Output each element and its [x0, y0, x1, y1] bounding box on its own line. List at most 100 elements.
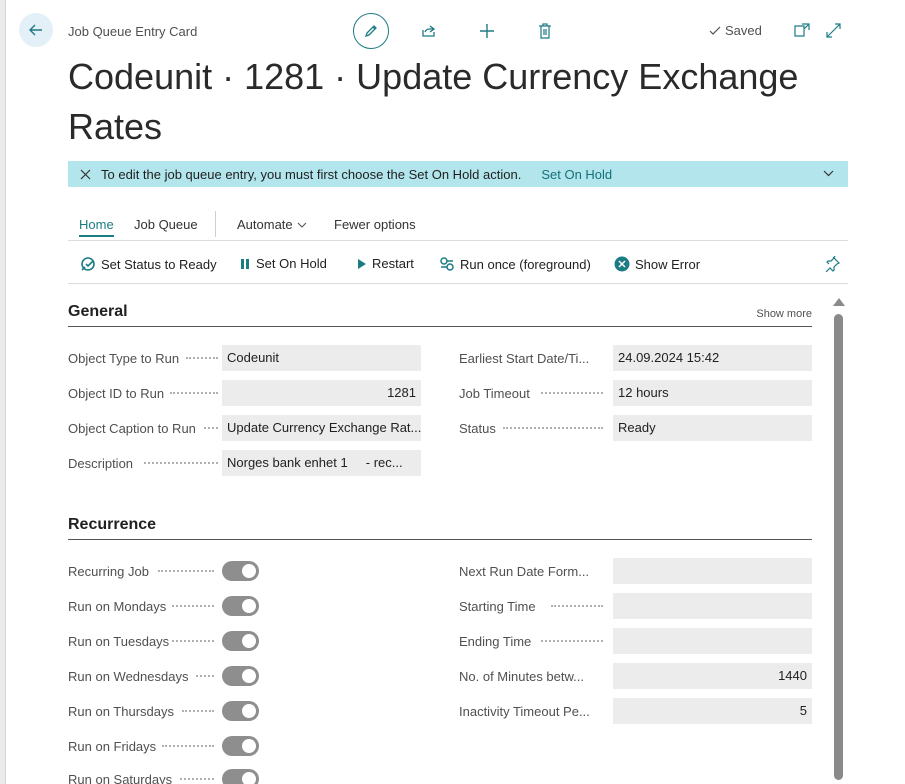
- tab-automate[interactable]: Automate: [237, 217, 307, 232]
- back-button[interactable]: [19, 13, 53, 47]
- tab-job-queue[interactable]: Job Queue: [134, 217, 198, 232]
- share-button[interactable]: [418, 20, 440, 42]
- restart-button[interactable]: Restart: [357, 256, 414, 271]
- run-on-fridays-toggle[interactable]: [222, 736, 259, 756]
- pin-action-bar-button[interactable]: [824, 256, 840, 272]
- saved-indicator: Saved: [709, 23, 762, 38]
- run-on-fridays-field: Run on Fridays: [68, 733, 268, 759]
- chevron-down-icon: [823, 170, 834, 177]
- close-icon: [80, 169, 91, 179]
- recurrence-section-header[interactable]: Recurrence: [68, 516, 812, 540]
- job-timeout-field: Job Timeout 12 hours: [459, 380, 812, 406]
- ending-time-value[interactable]: [613, 628, 812, 654]
- label-dots: [170, 392, 218, 394]
- run-on-mondays-field: Run on Mondays: [68, 593, 268, 619]
- set-status-ready-button[interactable]: Set Status to Ready: [80, 256, 217, 272]
- job-timeout-value[interactable]: 12 hours: [613, 380, 812, 406]
- status-value[interactable]: Ready: [613, 415, 812, 441]
- restart-label: Restart: [372, 256, 414, 271]
- expand-icon: [825, 22, 841, 38]
- label-dots: [172, 605, 214, 607]
- inactivity-timeout-field: Inactivity Timeout Pe... 5: [459, 698, 812, 724]
- scroll-up-arrow[interactable]: [832, 294, 846, 312]
- label-dots: [551, 605, 603, 607]
- banner-expand-button[interactable]: [823, 168, 834, 179]
- saved-label: Saved: [725, 23, 762, 38]
- object-caption-field: Object Caption to Run Update Currency Ex…: [68, 415, 421, 441]
- action-bar: Set Status to Ready Set On Hold Restart …: [68, 242, 848, 284]
- set-status-ready-label: Set Status to Ready: [101, 256, 217, 272]
- minutes-between-runs-field: No. of Minutes betw... 1440: [459, 663, 812, 689]
- object-id-value[interactable]: 1281: [222, 380, 421, 406]
- chevron-down-icon: [297, 222, 307, 228]
- run-on-fridays-label: Run on Fridays: [68, 739, 157, 754]
- label-dots: [196, 675, 214, 677]
- page-title: Codeunit · 1281 · Update Currency Exchan…: [68, 56, 799, 147]
- breadcrumb: Job Queue Entry Card: [68, 24, 198, 39]
- open-new-window-button[interactable]: [792, 20, 812, 40]
- run-on-thursdays-label: Run on Thursdays: [68, 704, 174, 719]
- description-value[interactable]: Norges bank enhet 1 - rec...: [222, 450, 421, 476]
- label-dots: [180, 778, 214, 780]
- delete-button[interactable]: [534, 20, 556, 42]
- run-on-mondays-label: Run on Mondays: [68, 599, 167, 614]
- run-on-thursdays-toggle[interactable]: [222, 701, 259, 721]
- earliest-start-label: Earliest Start Date/Ti...: [459, 351, 590, 366]
- run-once-button[interactable]: Run once (foreground): [439, 256, 591, 272]
- run-once-label: Run once (foreground): [460, 256, 591, 272]
- run-on-wednesdays-label: Run on Wednesdays: [68, 669, 189, 684]
- run-process-icon: [440, 257, 454, 271]
- action-tabs: Home Job Queue Automate Fewer options: [68, 209, 848, 241]
- recurring-job-toggle[interactable]: [222, 561, 259, 581]
- expand-button[interactable]: [823, 20, 843, 40]
- run-on-tuesdays-label: Run on Tuesdays: [68, 634, 170, 649]
- close-banner-button[interactable]: [80, 169, 91, 180]
- object-id-label: Object ID to Run: [68, 386, 165, 401]
- pause-icon: [241, 258, 249, 269]
- vertical-scrollbar[interactable]: [834, 314, 843, 780]
- tab-fewer-options[interactable]: Fewer options: [334, 217, 416, 232]
- description-label: Description: [68, 456, 134, 471]
- inactivity-timeout-value[interactable]: 5: [613, 698, 812, 724]
- label-dots: [144, 462, 218, 464]
- run-on-mondays-toggle[interactable]: [222, 596, 259, 616]
- banner-set-on-hold-link[interactable]: Set On Hold: [541, 167, 612, 182]
- general-section-header[interactable]: General Show more: [68, 303, 812, 327]
- job-timeout-label: Job Timeout: [459, 386, 530, 401]
- next-run-date-formula-label: Next Run Date Form...: [459, 564, 590, 579]
- run-on-tuesdays-toggle[interactable]: [222, 631, 259, 651]
- show-error-label: Show Error: [635, 256, 701, 272]
- edit-button[interactable]: [353, 13, 389, 49]
- arrow-left-icon: [29, 24, 42, 36]
- tab-home[interactable]: Home: [79, 217, 114, 237]
- tab-automate-label: Automate: [237, 217, 293, 232]
- object-type-value[interactable]: Codeunit: [222, 345, 421, 371]
- label-dots: [162, 745, 214, 747]
- label-dots: [158, 570, 214, 572]
- triangle-up-icon: [833, 298, 845, 306]
- recurring-job-field: Recurring Job: [68, 558, 268, 584]
- object-caption-value[interactable]: Update Currency Exchange Rat...: [222, 415, 421, 441]
- check-icon: [709, 26, 721, 35]
- run-on-saturdays-toggle[interactable]: [222, 769, 259, 784]
- object-caption-label: Object Caption to Run: [68, 421, 196, 436]
- starting-time-value[interactable]: [613, 593, 812, 619]
- pencil-icon: [364, 25, 377, 38]
- label-dots: [541, 392, 603, 394]
- minutes-between-runs-value[interactable]: 1440: [613, 663, 812, 689]
- run-on-wednesdays-toggle[interactable]: [222, 666, 259, 686]
- pin-icon: [825, 256, 840, 272]
- earliest-start-value[interactable]: 24.09.2024 15:42: [613, 345, 812, 371]
- show-error-button[interactable]: Show Error: [614, 256, 700, 272]
- show-more-link[interactable]: Show more: [756, 308, 812, 320]
- new-button[interactable]: [476, 20, 498, 42]
- general-heading: General: [68, 303, 128, 320]
- run-on-wednesdays-field: Run on Wednesdays: [68, 663, 268, 689]
- notification-banner: To edit the job queue entry, you must fi…: [68, 161, 848, 187]
- minutes-between-runs-label: No. of Minutes betw...: [459, 669, 585, 684]
- set-on-hold-button[interactable]: Set On Hold: [240, 256, 327, 271]
- play-icon: [358, 258, 366, 269]
- error-icon: [614, 256, 630, 272]
- object-id-field: Object ID to Run 1281: [68, 380, 421, 406]
- next-run-date-formula-value[interactable]: [613, 558, 812, 584]
